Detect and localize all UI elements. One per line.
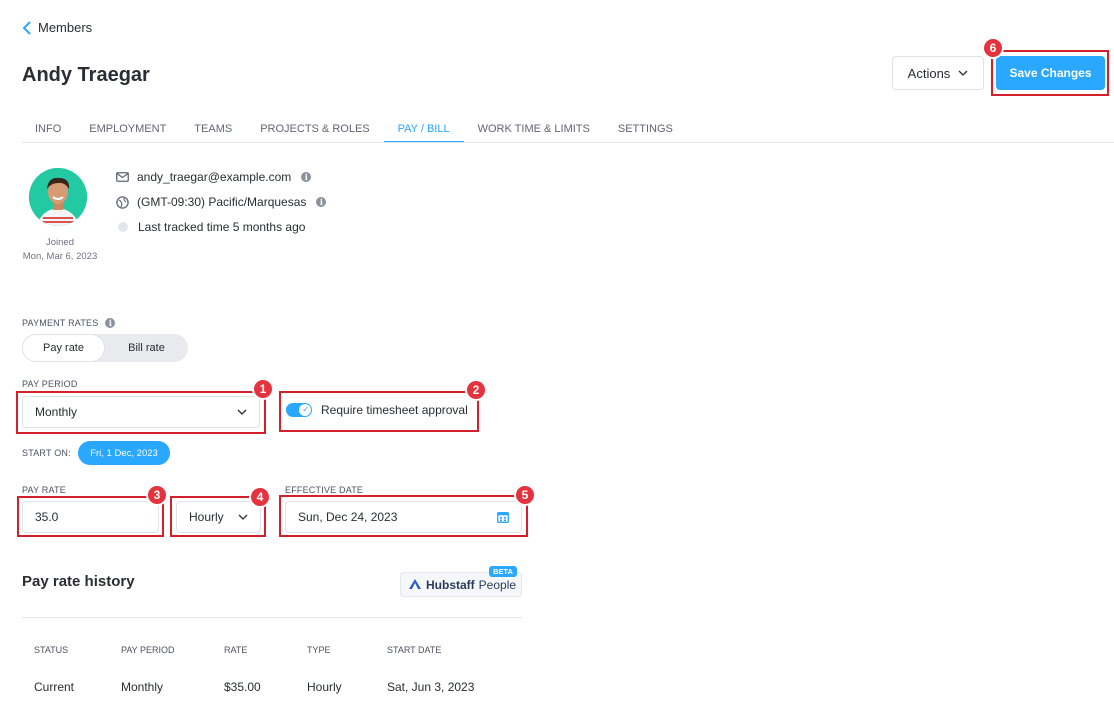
effective-date-input[interactable]: Sun, Dec 24, 2023 — [285, 501, 522, 533]
email-row: andy_traegar@example.com i — [116, 170, 312, 184]
calendar-icon[interactable] — [497, 511, 509, 523]
beta-badge: BETA — [489, 566, 517, 577]
chevron-down-icon — [958, 70, 968, 76]
payment-rates-label: PAYMENT RATES — [22, 318, 99, 328]
joined-date: Mon, Mar 6, 2023 — [22, 251, 98, 262]
payment-rates-header: PAYMENT RATES i — [22, 318, 116, 328]
globe-icon — [116, 195, 129, 209]
pay-period-label: PAY PERIOD — [22, 379, 78, 389]
annotation-badge: 6 — [982, 37, 1004, 59]
mail-icon — [116, 172, 129, 182]
status-dot-icon — [118, 222, 128, 232]
brand-name: Hubstaff — [426, 577, 475, 592]
back-link[interactable]: Members — [22, 20, 92, 35]
joined-label: Joined — [46, 237, 74, 248]
brand-product: People — [478, 577, 517, 592]
effective-date-label: EFFECTIVE DATE — [285, 485, 364, 495]
timezone-text: (GMT-09:30) Pacific/Marquesas — [137, 195, 307, 209]
tabs-divider — [22, 142, 1114, 143]
pay-rate-label: PAY RATE — [22, 485, 66, 495]
tab-pay-bill[interactable]: PAY / BILL — [383, 113, 464, 143]
timesheet-approval-row: ✓ Require timesheet approval — [286, 403, 468, 417]
chevron-left-icon — [22, 20, 31, 35]
annotation-badge: 4 — [249, 486, 271, 508]
tab-projects-roles[interactable]: PROJECTS & ROLES — [246, 113, 383, 143]
start-on-date-chip[interactable]: Fri, 1 Dec, 2023 — [78, 441, 170, 465]
effective-date-value: Sun, Dec 24, 2023 — [298, 510, 398, 524]
pay-rate-history-title: Pay rate history — [22, 573, 135, 590]
pay-period-value: Monthly — [35, 405, 78, 419]
tab-info[interactable]: INFO — [22, 113, 75, 143]
history-divider — [22, 617, 522, 618]
tab-bar: INFO EMPLOYMENT TEAMS PROJECTS & ROLES P… — [22, 113, 687, 143]
back-link-label: Members — [38, 20, 93, 35]
save-changes-button[interactable]: Save Changes — [996, 56, 1105, 90]
bill-rate-segment[interactable]: Bill rate — [105, 334, 188, 362]
annotation-badge: 5 — [514, 484, 536, 506]
column-header-start-date: START DATE — [387, 645, 442, 655]
avatar — [29, 168, 87, 226]
hubstaff-logo-icon — [409, 578, 421, 589]
row-status: Current — [34, 680, 75, 694]
timesheet-approval-toggle[interactable]: ✓ — [286, 403, 312, 417]
row-type: Hourly — [307, 680, 342, 694]
last-tracked-row: Last tracked time 5 months ago — [116, 220, 305, 234]
tab-teams[interactable]: TEAMS — [180, 113, 246, 143]
info-icon[interactable]: i — [105, 318, 116, 328]
rate-type-select[interactable]: Hourly — [176, 501, 261, 533]
pay-rate-segment[interactable]: Pay rate — [22, 334, 105, 362]
row-start-date: Sat, Jun 3, 2023 — [387, 680, 475, 694]
timezone-row: (GMT-09:30) Pacific/Marquesas i — [116, 195, 327, 209]
annotation-badge: 3 — [146, 484, 168, 506]
column-header-type: TYPE — [307, 645, 331, 655]
annotation-badge: 1 — [252, 378, 274, 400]
last-tracked-text: Last tracked time 5 months ago — [138, 220, 306, 234]
annotation-badge: 2 — [465, 379, 487, 401]
page-title: Andy Traegar — [22, 64, 150, 86]
timesheet-approval-label: Require timesheet approval — [321, 403, 468, 417]
actions-dropdown-button[interactable]: Actions — [892, 56, 984, 90]
tab-work-time-limits[interactable]: WORK TIME & LIMITS — [464, 113, 604, 143]
info-icon[interactable]: i — [301, 172, 312, 182]
column-header-rate: RATE — [224, 645, 248, 655]
column-header-pay-period: PAY PERIOD — [121, 645, 175, 655]
pay-rate-input[interactable]: 35.0 — [22, 501, 159, 533]
column-header-status: STATUS — [34, 645, 69, 655]
chevron-down-icon — [237, 409, 247, 415]
chevron-down-icon — [238, 514, 248, 520]
email-text: andy_traegar@example.com — [137, 170, 292, 184]
info-icon[interactable]: i — [316, 197, 327, 207]
pay-period-select[interactable]: Monthly — [22, 396, 260, 428]
tab-employment[interactable]: EMPLOYMENT — [75, 113, 180, 143]
row-rate: $35.00 — [224, 680, 261, 694]
actions-label: Actions — [907, 65, 951, 81]
rate-type-switch: Pay rate Bill rate — [22, 334, 188, 362]
tab-settings[interactable]: SETTINGS — [604, 113, 687, 143]
row-pay-period: Monthly — [121, 680, 164, 694]
rate-type-value: Hourly — [189, 510, 224, 524]
start-on-label: START ON: — [22, 448, 71, 458]
